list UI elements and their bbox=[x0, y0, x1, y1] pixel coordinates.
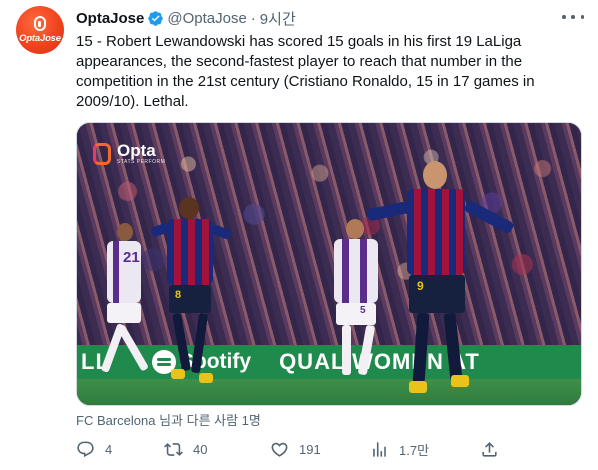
tweet-photo[interactable]: LL Spotify QUAL WOMEN AT 21 8 5 9 Opta S… bbox=[76, 122, 582, 406]
opta-watermark-text: Opta bbox=[117, 141, 156, 160]
opta-watermark-icon bbox=[93, 143, 111, 165]
jersey-number: 8 bbox=[175, 289, 182, 301]
jersey-number: 9 bbox=[417, 279, 424, 293]
more-icon[interactable] bbox=[562, 8, 584, 26]
reply-count: 4 bbox=[105, 442, 113, 457]
avatar-text: OptaJose bbox=[19, 33, 61, 44]
reply-button[interactable]: 4 bbox=[76, 440, 112, 459]
reply-icon bbox=[77, 441, 94, 458]
views-icon bbox=[373, 442, 386, 457]
verified-badge-icon bbox=[147, 10, 164, 27]
tweet-header: OptaJose @OptaJose · 9시간 bbox=[76, 8, 296, 28]
user-handle[interactable]: @OptaJose bbox=[167, 10, 246, 27]
player-valladolid-left: 21 bbox=[99, 223, 149, 393]
jersey-number: 5 bbox=[360, 305, 366, 316]
retweet-icon bbox=[164, 443, 183, 456]
avatar[interactable]: OptaJose bbox=[16, 6, 64, 54]
opta-logo-icon bbox=[34, 16, 46, 31]
tagged-users[interactable]: FC Barcelona 님과 다른 사람 1명 bbox=[76, 410, 261, 429]
share-icon bbox=[482, 442, 497, 457]
opta-watermark-subtext: STATS PERFORM bbox=[117, 159, 166, 165]
share-button[interactable] bbox=[480, 440, 509, 459]
retweet-count: 40 bbox=[193, 442, 208, 457]
like-count: 191 bbox=[299, 442, 321, 457]
views-count: 1.7만 bbox=[399, 443, 430, 458]
separator-dot: · bbox=[250, 9, 256, 27]
display-name[interactable]: OptaJose bbox=[76, 10, 144, 27]
tweet[interactable]: OptaJose OptaJose @OptaJose · 9시간 15 - R… bbox=[0, 0, 598, 470]
retweet-button[interactable]: 40 bbox=[164, 440, 207, 459]
timestamp[interactable]: 9시간 bbox=[260, 8, 296, 29]
like-button[interactable]: 191 bbox=[270, 440, 321, 459]
tweet-actions: 4 40 191 1.7만 bbox=[76, 440, 576, 460]
like-icon bbox=[271, 442, 288, 457]
views-button[interactable]: 1.7만 bbox=[370, 440, 429, 459]
player-barcelona-9: 9 bbox=[366, 161, 517, 401]
player-barcelona-8: 8 bbox=[149, 197, 233, 397]
opta-watermark: Opta STATS PERFORM bbox=[93, 141, 166, 165]
jersey-number: 21 bbox=[123, 249, 140, 266]
tweet-text: 15 - Robert Lewandowski has scored 15 go… bbox=[76, 33, 535, 110]
